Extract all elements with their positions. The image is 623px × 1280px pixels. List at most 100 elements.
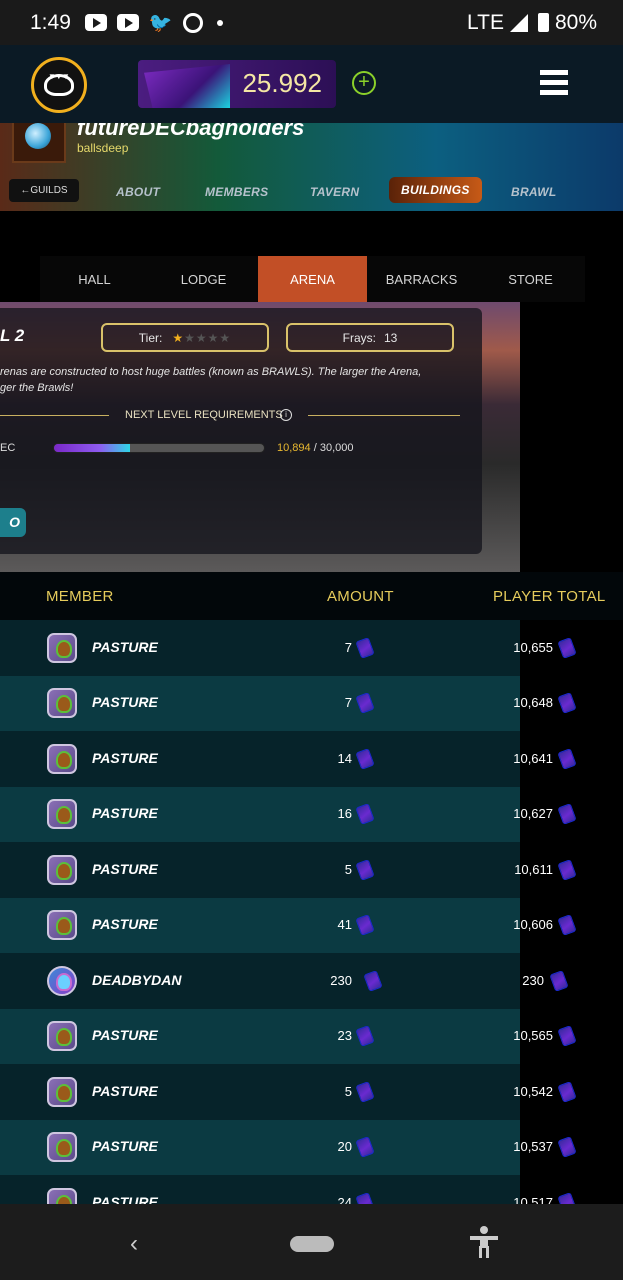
player-total-value: 10,648 [513,695,553,711]
player-total-value: 10,606 [513,917,553,933]
member-name[interactable]: PASTURE [92,750,158,766]
member-name[interactable]: PASTURE [92,1083,158,1099]
dec-balance-box[interactable]: 25.992 [138,60,336,108]
divider-right [308,415,460,416]
hamburger-menu-icon[interactable] [540,70,568,96]
guild-nav-buildings[interactable]: BUILDINGS [389,177,482,203]
guild-subtitle: ballsdeep [77,141,129,155]
youtube-icon [84,14,107,31]
member-avatar-icon [47,799,77,830]
member-name[interactable]: DEADBYDAN [92,972,181,988]
member-name[interactable]: PASTURE [92,861,158,877]
app-root: 1:49 🐦 LTE 80% 25.992 + futureDECbaghold… [0,0,623,1280]
arena-level-title: L 2 [0,326,25,345]
dec-gem-icon [557,747,577,770]
back-to-guilds-button[interactable]: ← GUILDS [9,179,79,202]
table-row[interactable] [0,953,520,1009]
member-name[interactable]: PASTURE [92,805,158,821]
contribute-button[interactable]: O [0,508,26,537]
member-name[interactable]: PASTURE [92,916,158,932]
frays-pill: Frays: 13 [286,323,454,352]
divider-left [0,415,109,416]
notification-dot-icon [216,19,223,26]
back-icon[interactable]: ‹ [130,1230,138,1258]
arena-desc-line-2: ger the Brawls! [0,382,74,394]
member-name[interactable]: PASTURE [92,639,158,655]
member-name[interactable]: PASTURE [92,1027,158,1043]
dec-gem-icon [557,914,577,937]
table-row[interactable] [0,675,520,731]
member-avatar-icon [47,965,77,996]
table-row[interactable] [0,620,520,676]
progress-separator: / [310,442,320,454]
star-icon: ★ [195,330,208,345]
member-avatar-icon [47,1021,77,1052]
arena-desc-line-1: renas are constructed to host huge battl… [0,366,422,378]
battery-label: 80% [554,10,597,34]
tab-arena[interactable]: ARENA [258,256,367,302]
amount-value: 5 [344,1083,352,1099]
table-row[interactable] [0,1119,520,1175]
amount-value: 41 [337,917,352,933]
accessibility-icon[interactable] [470,1226,498,1258]
frays-value: 13 [383,330,398,345]
dec-gem-icon [549,969,569,992]
add-dec-button[interactable]: + [352,71,376,95]
guild-nav-about[interactable]: ABOUT [116,185,160,199]
star-icon: ★ [184,330,196,345]
amount-value: 7 [344,695,352,711]
status-right: LTE 80% [467,11,597,35]
amount-column-header[interactable]: AMOUNT [327,588,394,605]
tab-store[interactable]: STORE [476,256,585,302]
amount-value: 23 [337,1028,352,1044]
member-column-header[interactable]: MEMBER [46,588,114,605]
dec-gem-icon [557,858,577,881]
dec-gem-icon [557,1080,577,1103]
table-row[interactable] [0,786,520,842]
chrome-icon [182,12,203,33]
home-pill-icon[interactable] [290,1236,334,1252]
table-row[interactable] [0,1008,520,1064]
player-total-value: 10,565 [513,1028,553,1044]
player-total-value: 230 [522,972,544,988]
player-total-column-header[interactable]: PLAYER TOTAL [493,588,606,605]
progress-target: 30,000 [319,442,354,454]
table-row[interactable] [0,731,520,787]
progress-fill [54,444,131,452]
dec-gem-icon [557,692,577,715]
tab-hall[interactable]: HALL [40,256,149,302]
star-icon: ★ [172,330,185,345]
member-avatar-icon [47,632,77,663]
dec-gem-icon [557,1025,577,1048]
network-label: LTE [467,10,504,34]
member-avatar-icon [47,1076,77,1107]
arrow-left-icon: ← [20,185,31,196]
amount-value: 14 [337,750,352,766]
building-tabs: HALL LODGE ARENA BARRACKS STORE [40,256,585,302]
member-avatar-icon [47,688,77,719]
guilds-label: GUILDS [30,185,68,196]
member-avatar-icon [47,743,77,774]
system-nav-bar: ‹ [0,1204,623,1280]
app-logo-icon[interactable] [31,57,87,113]
dec-gem-icon [557,803,577,826]
guild-name: futureDECbagholders [77,123,305,140]
table-row[interactable] [0,897,520,953]
tab-lodge[interactable]: LODGE [149,256,258,302]
status-bar: 1:49 🐦 LTE 80% [0,0,623,45]
tab-barracks[interactable]: BARRACKS [367,256,476,302]
dec-gem-icon [557,636,577,659]
table-row[interactable] [0,1064,520,1120]
star-icon: ★ [219,330,232,345]
guild-nav-tavern[interactable]: TAVERN [310,185,359,199]
dec-crystal-icon [144,64,230,108]
battery-icon [537,13,549,32]
guild-nav-members[interactable]: MEMBERS [205,185,268,199]
member-name[interactable]: PASTURE [92,694,158,710]
info-icon[interactable]: i [280,409,292,421]
guild-nav-brawl[interactable]: BRAWL [511,185,557,199]
youtube-icon-2 [116,14,139,31]
member-name[interactable]: PASTURE [92,1138,158,1154]
table-row[interactable] [0,842,520,898]
progress-current: 10,894 [277,442,311,454]
